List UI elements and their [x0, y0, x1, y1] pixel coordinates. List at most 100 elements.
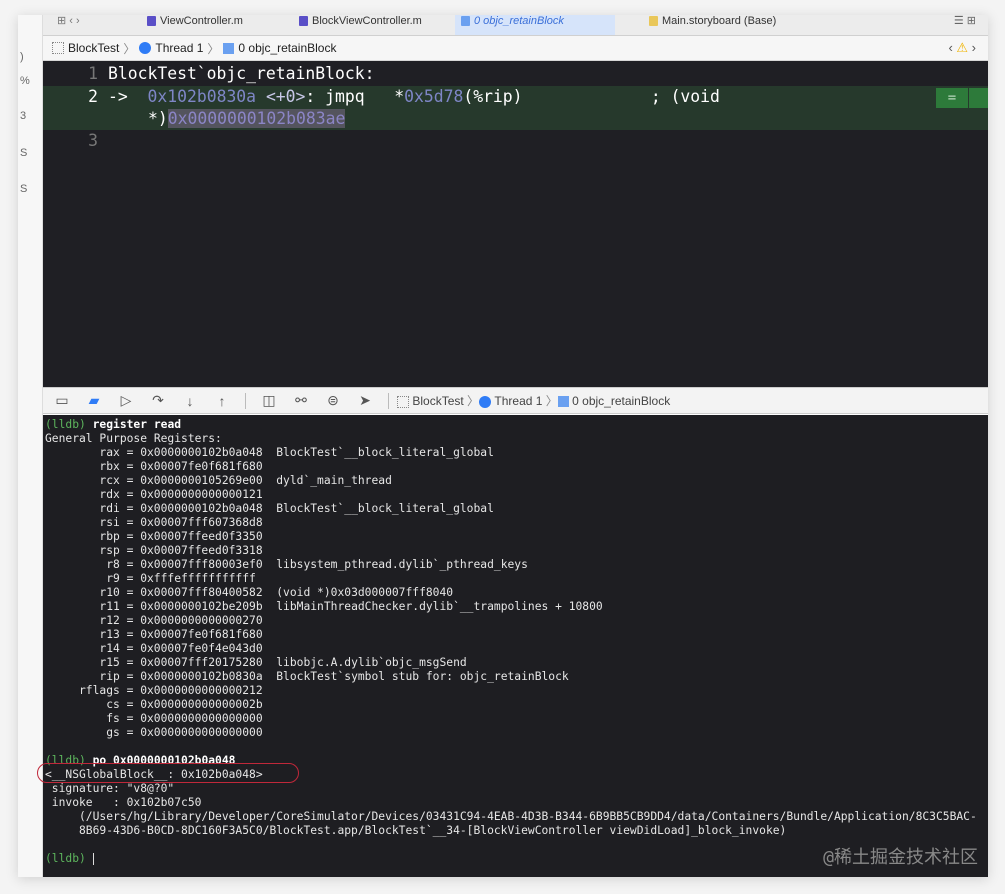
lldb-console[interactable]: (lldb) register read General Purpose Reg… — [37, 415, 988, 877]
register-name: rax — [99, 446, 120, 459]
register-row: r11 = 0x0000000102be209b libMainThreadCh… — [45, 600, 988, 614]
register-name: rcx — [99, 474, 120, 487]
tab-main-storyboard[interactable]: Main.storyboard (Base) — [643, 15, 782, 35]
register-name: r15 — [99, 656, 120, 669]
toolbar-divider — [245, 392, 246, 409]
breadcrumb: BlockTest 〉 Thread 1 〉 0 objc_retainBlock … — [43, 36, 988, 61]
memory-graph-icon[interactable]: ⚯ — [292, 392, 310, 409]
tab-viewcontroller[interactable]: ViewController.m — [141, 15, 249, 35]
register-value: 0x0000000102be209b — [140, 600, 263, 613]
text-cursor — [92, 853, 94, 865]
toolbar-divider — [388, 392, 389, 409]
register-name: r10 — [99, 586, 120, 599]
hide-debug-area-icon[interactable]: ▭ — [53, 392, 71, 409]
register-row: cs = 0x000000000000002b — [45, 698, 988, 712]
breakpoints-toggle-icon[interactable]: ▰ — [85, 392, 103, 409]
register-name: r8 — [106, 558, 120, 571]
register-name: r12 — [99, 614, 120, 627]
register-row: r9 = 0xfffefffffffffff — [45, 572, 988, 586]
instruction-address: 0x102b0830a — [147, 87, 257, 106]
register-value: 0x0000000000000000 — [140, 726, 263, 739]
tab-objc-retainblock[interactable]: 0 objc_retainBlock — [455, 15, 615, 35]
register-symbol: dyld`_main_thread — [276, 474, 392, 487]
debug-breadcrumb: BlockTest 〉 Thread 1 〉 0 objc_retainBloc… — [397, 392, 670, 409]
breakpoint-marker[interactable] — [969, 88, 988, 108]
continue-icon[interactable]: ▷ — [117, 392, 135, 409]
view-hierarchy-icon[interactable]: ◫ — [260, 392, 278, 409]
register-symbol: (void *)0x03d000007fff8040 — [276, 586, 454, 599]
register-name: rsi — [99, 516, 120, 529]
frame-icon — [557, 396, 569, 408]
register-name: r11 — [99, 600, 120, 613]
breakpoint-toggle-button[interactable]: = — [936, 88, 968, 108]
step-over-icon[interactable]: ↷ — [149, 392, 167, 409]
tab-bar: ⊞ ‹ › ViewController.m BlockViewControll… — [43, 15, 988, 36]
block-signature: signature: "v8@?0" — [45, 782, 175, 795]
tab-label: 0 objc_retainBlock — [474, 15, 564, 27]
register-name: r13 — [99, 628, 120, 641]
register-name: fs — [106, 712, 120, 725]
code-line-continuation: *)0x0000000102b083ae — [148, 109, 346, 128]
thread-icon — [479, 395, 492, 408]
instruction-comment: ; (void — [522, 87, 720, 106]
debug-breadcrumb-frame[interactable]: 0 objc_retainBlock — [572, 394, 670, 408]
simulate-location-icon[interactable]: ➤ — [356, 392, 374, 409]
debug-breadcrumb-project[interactable]: BlockTest — [412, 394, 463, 408]
grid-icon[interactable]: ⊞ ‹ › — [51, 15, 86, 35]
register-row: rflags = 0x0000000000000212 — [45, 684, 988, 698]
register-row: rsi = 0x00007fff607368d8 — [45, 516, 988, 530]
register-row: rbx = 0x00007fe0f681f680 — [45, 460, 988, 474]
register-value: 0x00007fff80400582 — [140, 586, 263, 599]
register-value: 0x0000000102b0a048 — [140, 502, 263, 515]
register-row: rip = 0x0000000102b0830a BlockTest`symbo… — [45, 670, 988, 684]
register-value: 0xfffefffffffffff — [140, 572, 256, 585]
register-value: 0x00007fe0f4e043d0 — [140, 642, 263, 655]
register-value: 0x00007fff607368d8 — [140, 516, 263, 529]
register-value: 0x0000000102b0a048 — [140, 446, 263, 459]
block-invoke-path: 8B69-43D6-B0CD-8DC160F3A5C0/BlockTest.ap… — [45, 824, 787, 837]
register-name: rsp — [99, 544, 120, 557]
register-row: rdx = 0x0000000000000121 — [45, 488, 988, 502]
register-value: 0x00007ffeed0f3350 — [140, 530, 263, 543]
register-row: rcx = 0x0000000105269e00 dyld`_main_thre… — [45, 474, 988, 488]
register-symbol: BlockTest`symbol stub for: objc_retainBl… — [276, 670, 569, 683]
annotation-circle — [37, 763, 299, 783]
step-out-icon[interactable]: ↑ — [213, 393, 231, 409]
register-row: gs = 0x0000000000000000 — [45, 726, 988, 740]
code-line: BlockTest`objc_retainBlock: — [108, 64, 375, 83]
storyboard-icon — [649, 16, 658, 27]
breadcrumb-frame[interactable]: 0 objc_retainBlock — [238, 41, 336, 55]
block-invoke-path: (/Users/hg/Library/Developer/CoreSimulat… — [45, 810, 977, 823]
register-name: rdi — [99, 502, 120, 515]
register-value: 0x0000000102b0830a — [140, 670, 263, 683]
register-row: r13 = 0x00007fe0f681f680 — [45, 628, 988, 642]
register-row: r10 = 0x00007fff80400582 (void *)0x03d00… — [45, 586, 988, 600]
instruction-offset: <+0> — [265, 87, 306, 106]
tab-blockviewcontroller[interactable]: BlockViewController.m — [293, 15, 428, 35]
register-value: 0x00007fe0f681f680 — [140, 628, 263, 641]
register-row: rbp = 0x00007ffeed0f3350 — [45, 530, 988, 544]
tab-label: BlockViewController.m — [312, 15, 422, 27]
breadcrumb-project[interactable]: BlockTest — [68, 41, 119, 55]
console-header: General Purpose Registers: — [45, 432, 222, 445]
disassembly-editor[interactable]: 1 BlockTest`objc_retainBlock: 2 -> 0x102… — [43, 61, 988, 387]
debug-breadcrumb-thread[interactable]: Thread 1 — [494, 394, 542, 408]
register-value: 0x0000000000000212 — [140, 684, 263, 697]
tab-label: ViewController.m — [160, 15, 243, 27]
warning-icon[interactable]: ⚠ — [956, 40, 968, 55]
register-value: 0x00007fff20175280 — [140, 656, 263, 669]
add-tab-icon[interactable]: ☰ ⊞ — [948, 15, 982, 35]
tab-label: Main.storyboard (Base) — [662, 15, 777, 27]
m-file-icon — [147, 16, 156, 27]
m-file-icon — [299, 16, 308, 27]
frame-icon — [461, 16, 470, 27]
line-number: 1 — [88, 64, 98, 83]
breadcrumb-thread[interactable]: Thread 1 — [155, 41, 203, 55]
environment-overrides-icon[interactable]: ⊜ — [324, 392, 342, 409]
issue-nav[interactable]: ‹ ⚠ › — [948, 40, 976, 56]
step-into-icon[interactable]: ↓ — [181, 393, 199, 409]
instruction: : jmpq * — [305, 87, 405, 106]
line-number: 2 — [88, 87, 98, 106]
register-row: r8 = 0x00007fff80003ef0 libsystem_pthrea… — [45, 558, 988, 572]
block-invoke: invoke : 0x102b07c50 — [45, 796, 202, 809]
